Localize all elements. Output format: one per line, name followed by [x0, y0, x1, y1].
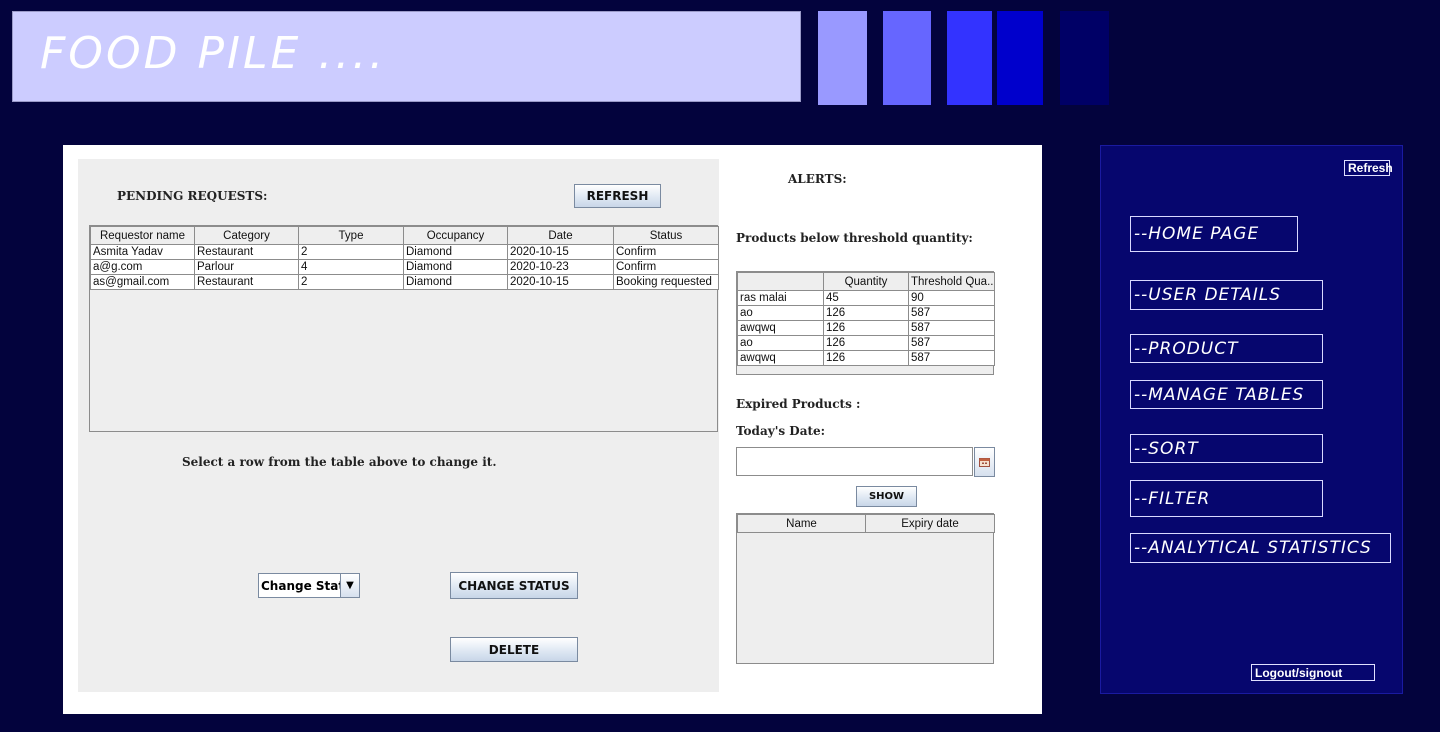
table-row[interactable]: awqwq 126 587: [737, 350, 995, 366]
color-swatch: [997, 11, 1043, 105]
table-cell: 126: [823, 320, 909, 336]
table-cell: 126: [823, 350, 909, 366]
color-swatch: [883, 11, 931, 105]
table-cell: 45: [823, 290, 909, 306]
table-row[interactable]: as@gmail.com Restaurant 2 Diamond 2020-10-15…: [90, 274, 719, 290]
table-cell: 4: [298, 259, 404, 275]
column-header[interactable]: Type: [298, 226, 404, 245]
column-header[interactable]: Requestor name: [90, 226, 195, 245]
app-title: FOOD PILE ....: [40, 28, 387, 79]
table-row[interactable]: a@g.com Parlour 4 Diamond 2020-10-23 Confirm: [90, 259, 719, 275]
table-row[interactable]: Asmita Yadav Restaurant 2 Diamond 2020-10-15…: [90, 244, 719, 260]
expired-table: Name Expiry date: [737, 514, 995, 533]
table-cell: a@g.com: [90, 259, 195, 275]
table-cell: as@gmail.com: [90, 274, 195, 290]
threshold-table-body: ras malai 45 90 ao 126 587 awqwq 126 587 ao 126 587…: [737, 290, 995, 366]
requests-table-viewport[interactable]: Requestor name Category Type Occupancy Date S…: [89, 225, 719, 432]
table-cell: Diamond: [403, 274, 508, 290]
table-cell: Asmita Yadav: [90, 244, 195, 260]
threshold-table-viewport[interactable]: Quantity Threshold Qua... ras malai 45 90 ao…: [736, 271, 995, 375]
table-cell: 2020-10-23: [507, 259, 614, 275]
pending-requests-heading: PENDING REQUESTS:: [117, 189, 268, 203]
select-row-hint: Select a row from the table above to cha…: [182, 455, 497, 469]
table-cell: Confirm: [613, 244, 719, 260]
date-input[interactable]: [736, 447, 973, 476]
table-cell: 587: [908, 305, 995, 321]
column-header[interactable]: Expiry date: [865, 514, 995, 533]
expired-table-header: Name Expiry date: [737, 514, 995, 533]
column-header[interactable]: Occupancy: [403, 226, 508, 245]
status-select[interactable]: Change Status ▼: [258, 573, 360, 598]
threshold-table: Quantity Threshold Qua... ras malai 45 90 ao…: [737, 272, 995, 366]
table-cell: ao: [737, 335, 824, 351]
nav-home-page[interactable]: --HOME PAGE: [1130, 216, 1298, 252]
status-select-value: Change Status: [261, 578, 340, 593]
table-row[interactable]: ao 126 587: [737, 305, 995, 321]
alerts-heading: ALERTS:: [788, 172, 847, 186]
requests-table-body: Asmita Yadav Restaurant 2 Diamond 2020-10-15…: [90, 244, 719, 290]
sidebar-refresh-button[interactable]: Refresh: [1344, 160, 1393, 176]
table-cell: 126: [823, 335, 909, 351]
table-cell: ras malai: [737, 290, 824, 306]
table-cell: 2020-10-15: [507, 244, 614, 260]
table-cell: ao: [737, 305, 824, 321]
table-cell: Diamond: [403, 259, 508, 275]
color-swatch: [818, 11, 867, 105]
table-cell: 126: [823, 305, 909, 321]
table-cell: 90: [908, 290, 995, 306]
table-cell: 587: [908, 350, 995, 366]
threshold-table-header: Quantity Threshold Qua...: [737, 272, 995, 291]
delete-button[interactable]: DELETE: [450, 637, 578, 662]
table-cell: 2: [298, 274, 404, 290]
column-header[interactable]: Date: [507, 226, 614, 245]
chevron-down-icon[interactable]: ▼: [340, 574, 359, 597]
table-cell: 2020-10-15: [507, 274, 614, 290]
table-cell: Parlour: [194, 259, 299, 275]
logout-button[interactable]: Logout/signout: [1251, 664, 1375, 681]
expired-products-heading: Expired Products :: [736, 397, 861, 411]
table-cell: awqwq: [737, 350, 824, 366]
threshold-heading: Products below threshold quantity:: [736, 231, 973, 245]
table-row[interactable]: ras malai 45 90: [737, 290, 995, 306]
refresh-requests-button[interactable]: REFRESH: [574, 184, 661, 208]
column-header[interactable]: Status: [613, 226, 719, 245]
column-header[interactable]: Threshold Qua...: [908, 272, 995, 291]
nav-analytical-statistics[interactable]: --ANALYTICAL STATISTICS: [1130, 533, 1391, 563]
requests-table: Requestor name Category Type Occupancy Date S…: [90, 226, 719, 290]
nav-manage-tables[interactable]: --MANAGE TABLES: [1130, 380, 1323, 409]
nav-user-details[interactable]: --USER DETAILS: [1130, 280, 1323, 310]
change-status-button[interactable]: CHANGE STATUS: [450, 572, 578, 599]
requests-table-header: Requestor name Category Type Occupancy Date S…: [90, 226, 719, 245]
calendar-icon[interactable]: [974, 447, 995, 477]
color-swatch: [947, 11, 992, 105]
expired-table-viewport[interactable]: Name Expiry date: [736, 513, 995, 664]
nav-filter[interactable]: --FILTER: [1130, 480, 1323, 517]
show-button[interactable]: SHOW: [856, 486, 917, 507]
table-cell: awqwq: [737, 320, 824, 336]
table-cell: 587: [908, 335, 995, 351]
color-swatch: [1060, 11, 1109, 105]
column-header[interactable]: [737, 272, 824, 291]
nav-product[interactable]: --PRODUCT: [1130, 334, 1323, 363]
table-cell: Booking requested: [613, 274, 719, 290]
column-header[interactable]: Quantity: [823, 272, 909, 291]
table-cell: Confirm: [613, 259, 719, 275]
table-row[interactable]: ao 126 587: [737, 335, 995, 351]
nav-sort[interactable]: --SORT: [1130, 434, 1323, 463]
column-header[interactable]: Name: [737, 514, 866, 533]
table-cell: Diamond: [403, 244, 508, 260]
table-cell: Restaurant: [194, 274, 299, 290]
table-cell: 2: [298, 244, 404, 260]
table-row[interactable]: awqwq 126 587: [737, 320, 995, 336]
table-cell: 587: [908, 320, 995, 336]
todays-date-label: Today's Date:: [736, 424, 826, 438]
table-cell: Restaurant: [194, 244, 299, 260]
column-header[interactable]: Category: [194, 226, 299, 245]
